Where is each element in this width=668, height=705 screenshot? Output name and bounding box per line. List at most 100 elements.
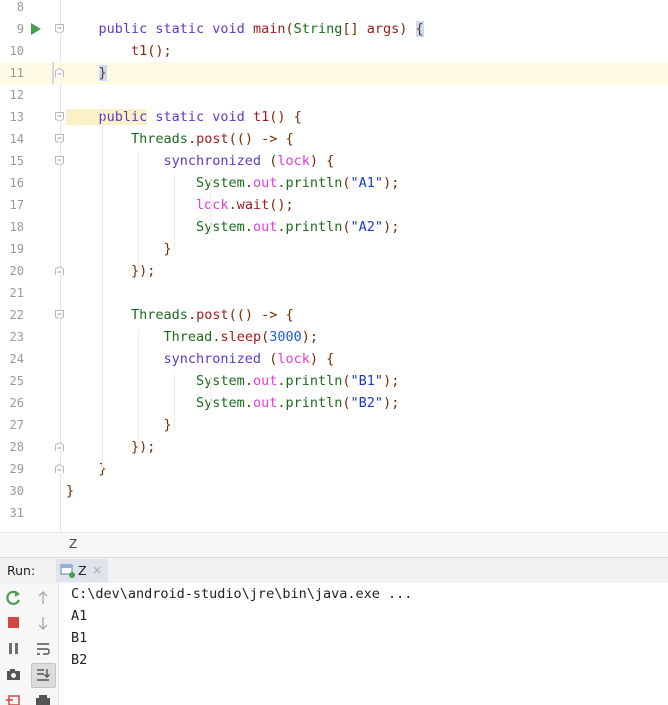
code-text: System.out.println("B2");: [196, 395, 400, 411]
line-number: 30: [9, 484, 24, 498]
line-number: 14: [9, 132, 24, 146]
line-number: 20: [9, 264, 24, 278]
line-number: 12: [9, 88, 24, 102]
run-toolbar: [0, 583, 59, 705]
down-arrow-icon[interactable]: [36, 615, 50, 631]
rerun-icon[interactable]: [6, 590, 22, 606]
code-text: public static void main(String[] args) {: [66, 21, 424, 37]
console-output-line: A1: [71, 608, 88, 624]
code-line[interactable]: 18 System.out.println("A2");: [0, 216, 668, 238]
pause-icon[interactable]: [6, 641, 22, 657]
code-line[interactable]: 12: [0, 84, 668, 106]
code-text: synchronized (lock) {: [66, 153, 335, 169]
indent-guide: [138, 150, 139, 270]
code-text: }: [66, 458, 107, 480]
code-line[interactable]: 22 Threads.post(() -> {: [0, 304, 668, 326]
run-gutter-icon[interactable]: [31, 23, 41, 35]
code-line[interactable]: 25 System.out.println("B1");: [0, 370, 668, 392]
line-number: 10: [9, 44, 24, 58]
code-line[interactable]: 24 synchronized (lock) {: [0, 348, 668, 370]
code-text: System.out.println("A2");: [196, 219, 400, 235]
code-line[interactable]: 30}: [0, 480, 668, 502]
print-icon[interactable]: [35, 695, 51, 705]
indent-guide: [210, 375, 211, 410]
line-number: 15: [9, 154, 24, 168]
code-text: Threads.post(() -> {: [131, 131, 294, 147]
scroll-to-end-button[interactable]: [31, 663, 56, 688]
camera-icon[interactable]: [6, 667, 22, 683]
code-text: System.out.println("B1");: [196, 373, 400, 389]
console-command-line: C:\dev\android-studio\jre\bin\java.exe .…: [71, 586, 413, 602]
line-number: 24: [9, 352, 24, 366]
run-tab-label[interactable]: Z: [78, 563, 87, 578]
fold-icon[interactable]: [55, 24, 64, 33]
line-number: 22: [9, 308, 24, 322]
code-text: }: [163, 241, 172, 257]
code-line[interactable]: 26 System.out.println("B2");: [0, 392, 668, 414]
code-line[interactable]: 16 System.out.println("A1");: [0, 172, 668, 194]
code-editor[interactable]: 8 9 public static void main(String[] args…: [0, 0, 668, 532]
code-line[interactable]: 19 }: [0, 238, 668, 260]
console-output-line: B2: [71, 652, 88, 668]
run-label: Run:: [7, 563, 36, 578]
code-line[interactable]: 21: [0, 282, 668, 304]
line-number: 11: [9, 66, 24, 80]
line-number: 16: [9, 176, 24, 190]
indent-guide: [102, 105, 103, 470]
code-line[interactable]: 23 Thread.sleep(3000);: [0, 326, 668, 348]
console-tab-icon: [60, 564, 75, 578]
line-number: 9: [16, 22, 24, 36]
code-text: synchronized (lock) {: [66, 351, 335, 367]
code-line[interactable]: 17 lock.wait();: [0, 194, 668, 216]
run-console[interactable]: C:\dev\android-studio\jre\bin\java.exe .…: [0, 583, 668, 705]
breadcrumb: Z: [0, 532, 668, 557]
code-line[interactable]: 13 public static void t1() {: [0, 106, 668, 128]
close-icon[interactable]: ×: [92, 563, 102, 577]
code-line[interactable]: 11 }: [0, 62, 668, 84]
code-line[interactable]: 15 synchronized (lock) {: [0, 150, 668, 172]
line-number: 17: [9, 198, 24, 212]
code-text: }: [98, 65, 107, 81]
line-number: 21: [9, 286, 24, 300]
console-output-line: B1: [71, 630, 88, 646]
exit-icon[interactable]: [6, 695, 22, 705]
code-text: }: [66, 483, 75, 499]
stop-icon[interactable]: [6, 615, 22, 631]
code-line[interactable]: 29 }: [0, 458, 668, 480]
code-line[interactable]: 28 });: [0, 436, 668, 458]
fold-icon[interactable]: [55, 464, 64, 473]
line-number: 31: [9, 506, 24, 520]
line-number: 26: [9, 396, 24, 410]
code-text: Thread.sleep(3000);: [163, 329, 319, 345]
fold-icon[interactable]: [55, 112, 64, 121]
fold-icon[interactable]: [55, 68, 64, 77]
fold-icon[interactable]: [55, 266, 64, 275]
fold-icon[interactable]: [55, 156, 64, 165]
code-line[interactable]: 31: [0, 502, 668, 524]
line-number: 29: [9, 462, 24, 476]
fold-icon[interactable]: [55, 442, 64, 451]
code-line[interactable]: 20 });: [0, 260, 668, 282]
up-arrow-icon[interactable]: [36, 590, 50, 606]
code-text: }: [163, 417, 172, 433]
code-line[interactable]: 9 public static void main(String[] args)…: [0, 18, 668, 40]
code-line[interactable]: 8: [0, 0, 668, 18]
code-line[interactable]: 10 t1();: [0, 40, 668, 62]
code-text: System.out.println("A1");: [196, 175, 400, 191]
indent-guide: [138, 330, 139, 450]
indent-guide: [174, 370, 175, 430]
code-text: lock.wait();: [196, 197, 294, 213]
code-text: Threads.post(() -> {: [131, 307, 294, 323]
fold-icon[interactable]: [55, 310, 64, 319]
code-line[interactable]: 14 Threads.post(() -> {: [0, 128, 668, 150]
code-text: });: [131, 439, 156, 455]
line-number: 8: [16, 0, 24, 14]
breadcrumb-label[interactable]: Z: [69, 537, 77, 551]
soft-wrap-icon[interactable]: [35, 641, 51, 657]
line-number: 19: [9, 242, 24, 256]
code-line[interactable]: 27 }: [0, 414, 668, 436]
code-text: t1();: [131, 43, 172, 59]
indent-guide: [174, 170, 175, 250]
fold-icon[interactable]: [55, 134, 64, 143]
indent-guide: [210, 180, 211, 235]
